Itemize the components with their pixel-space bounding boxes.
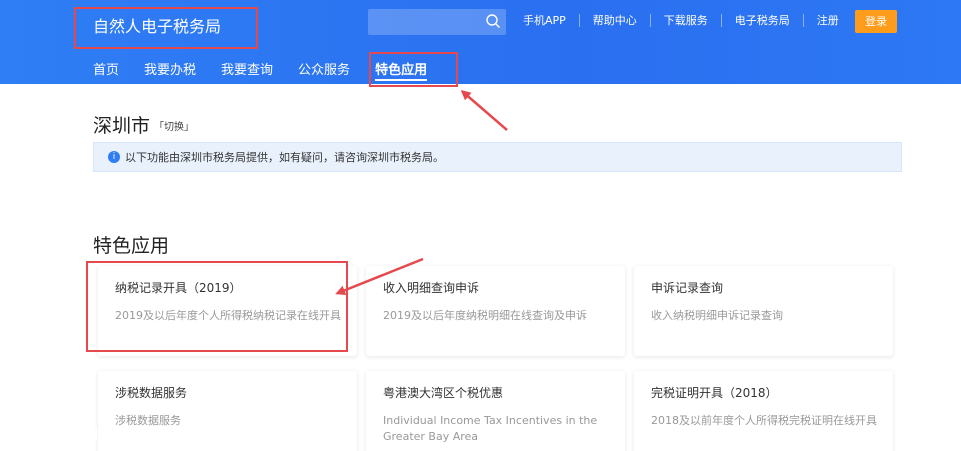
watermark-text: 大数跨境 — [45, 426, 110, 445]
watermark: 大数跨境 — [7, 422, 109, 446]
arrow-to-card — [335, 257, 424, 296]
annotation-arrows — [335, 90, 508, 296]
arrow-to-nav — [460, 90, 508, 131]
watermark-logo-icon — [8, 427, 39, 441]
